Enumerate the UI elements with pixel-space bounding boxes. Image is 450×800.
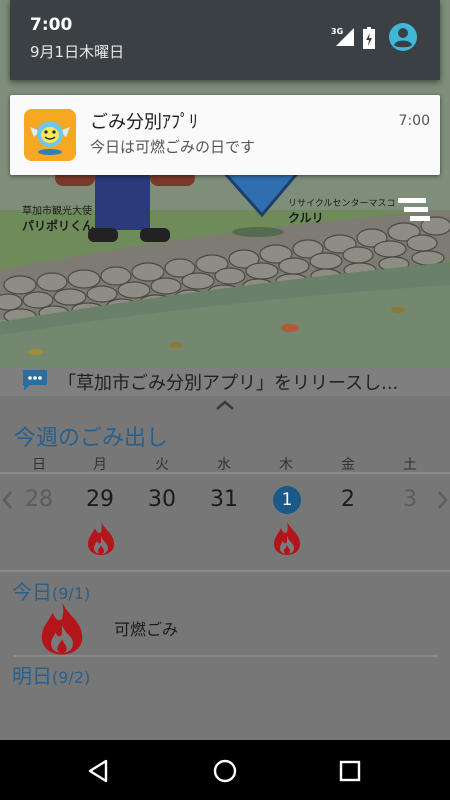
- navigation-bar: [0, 740, 450, 800]
- chat-icon: [23, 370, 47, 390]
- app-mascot-icon: [24, 109, 76, 161]
- network-type: 3G: [331, 27, 344, 36]
- weekday-header: 日 月 火 水 木 金 土: [0, 454, 450, 474]
- notification-title: ごみ分別ｱﾌﾟﾘ: [90, 112, 198, 133]
- weekday-fri: 金: [341, 457, 355, 473]
- weekday-sun: 日: [32, 457, 46, 473]
- date-cell-thu[interactable]: 1: [265, 482, 309, 518]
- tomorrow-header: 明日(9/2): [12, 660, 90, 689]
- weekday-tue: 火: [155, 457, 169, 473]
- date-cell-sat[interactable]: 3: [388, 482, 432, 518]
- weekly-schedule: 今週のごみ出し 日 月 火 水 木 金 土 28 29 30 31 1 2 3: [0, 416, 450, 572]
- tomorrow-label: 明日: [12, 664, 52, 688]
- week-dates: 28 29 30 31 1 2 3: [0, 482, 450, 518]
- tomorrow-date: (9/2): [52, 668, 91, 687]
- notification-message: 今日は可燃ごみの日です: [90, 138, 256, 156]
- battery-icon: [363, 27, 375, 49]
- home-icon[interactable]: [210, 756, 240, 786]
- weekly-title: 今週のごみ出し: [14, 426, 169, 451]
- status-bar: 7:00 9月1日木曜日 3G: [10, 0, 440, 80]
- fire-icon: [88, 521, 114, 555]
- news-row[interactable]: 「草加市ごみ分別アプリ」をリリースし...: [0, 368, 450, 396]
- notification-time: 7:00: [398, 113, 430, 129]
- weekday-wed: 水: [217, 457, 231, 473]
- notification-card[interactable]: ごみ分別ｱﾌﾟﾘ 今日は可燃ごみの日です 7:00: [10, 95, 440, 175]
- fire-icon: [41, 601, 83, 655]
- recents-icon[interactable]: [335, 756, 365, 786]
- collapse-handle[interactable]: [0, 396, 450, 416]
- date-cell-mon[interactable]: 29: [78, 482, 122, 518]
- date-cell-wed[interactable]: 31: [202, 482, 246, 518]
- weekday-mon: 月: [93, 457, 107, 473]
- news-text: 「草加市ごみ分別アプリ」をリリースし...: [58, 373, 399, 394]
- chevron-up-icon: [216, 400, 234, 410]
- status-date: 9月1日木曜日: [30, 43, 125, 61]
- mascot-icon: [24, 109, 76, 161]
- weekday-sat: 土: [403, 457, 417, 473]
- mascot-b-title: リサイクルセンターマスコ: [288, 199, 396, 209]
- status-time: 7:00: [30, 15, 73, 35]
- account-icon[interactable]: [388, 22, 418, 52]
- weekday-thu: 木: [279, 457, 293, 473]
- mascot-a-label: 草加市観光大使 パリポリくん: [22, 205, 94, 233]
- divider: [14, 655, 438, 657]
- date-cell-sun[interactable]: 28: [17, 482, 61, 518]
- date-cell-tue[interactable]: 30: [140, 482, 184, 518]
- mascot-a-name: パリポリくん: [22, 219, 95, 233]
- today-garbage-type: 可燃ごみ: [114, 620, 179, 639]
- fire-icon: [274, 521, 300, 555]
- back-icon[interactable]: [84, 756, 114, 786]
- date-cell-fri[interactable]: 2: [326, 482, 370, 518]
- mascot-b-name: クルリ: [288, 211, 324, 225]
- mascot-a-title: 草加市観光大使: [22, 206, 92, 217]
- mascot-b-label: リサイクルセンターマスコ クルリ: [288, 197, 396, 225]
